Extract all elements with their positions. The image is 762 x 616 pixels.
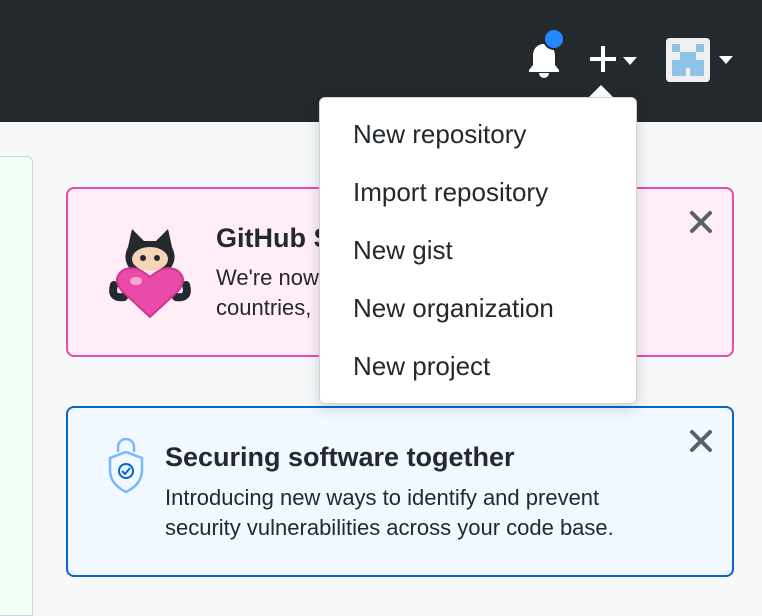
menu-item-new-organization[interactable]: New organization (353, 288, 554, 328)
card-body-line: countries, (216, 295, 312, 320)
shield-lock-icon (108, 438, 144, 494)
menu-item-new-gist[interactable]: New gist (353, 230, 453, 270)
card-title: Securing software together (165, 442, 515, 472)
unread-notification-dot (543, 28, 565, 50)
dismiss-button[interactable] (686, 426, 716, 456)
card-body-line: Introducing new ways to identify and pre… (165, 485, 600, 510)
menu-item-new-project[interactable]: New project (353, 346, 490, 386)
card-title: GitHub S (216, 223, 332, 253)
menu-item-import-repository[interactable]: Import repository (353, 172, 548, 212)
dismiss-button[interactable] (686, 207, 716, 237)
menu-item-new-repository[interactable]: New repository (353, 114, 526, 154)
close-icon (690, 430, 712, 452)
create-new-dropdown: New repository Import repository New gis… (319, 97, 637, 404)
avatar (666, 38, 710, 82)
security-announcement-card: Securing software together Introducing n… (66, 406, 734, 577)
card-body-line: We're now (216, 265, 319, 290)
chevron-down-icon (623, 57, 637, 65)
left-sidebar-panel (0, 156, 33, 616)
create-new-button[interactable] (586, 40, 640, 80)
plus-icon (590, 46, 616, 72)
dropdown-pointer (589, 85, 613, 97)
octocat-heart-icon (109, 229, 191, 319)
card-body-line: security vulnerabilities across your cod… (165, 515, 614, 540)
user-menu-button[interactable] (666, 38, 740, 84)
chevron-down-icon (719, 56, 733, 64)
close-icon (690, 211, 712, 233)
